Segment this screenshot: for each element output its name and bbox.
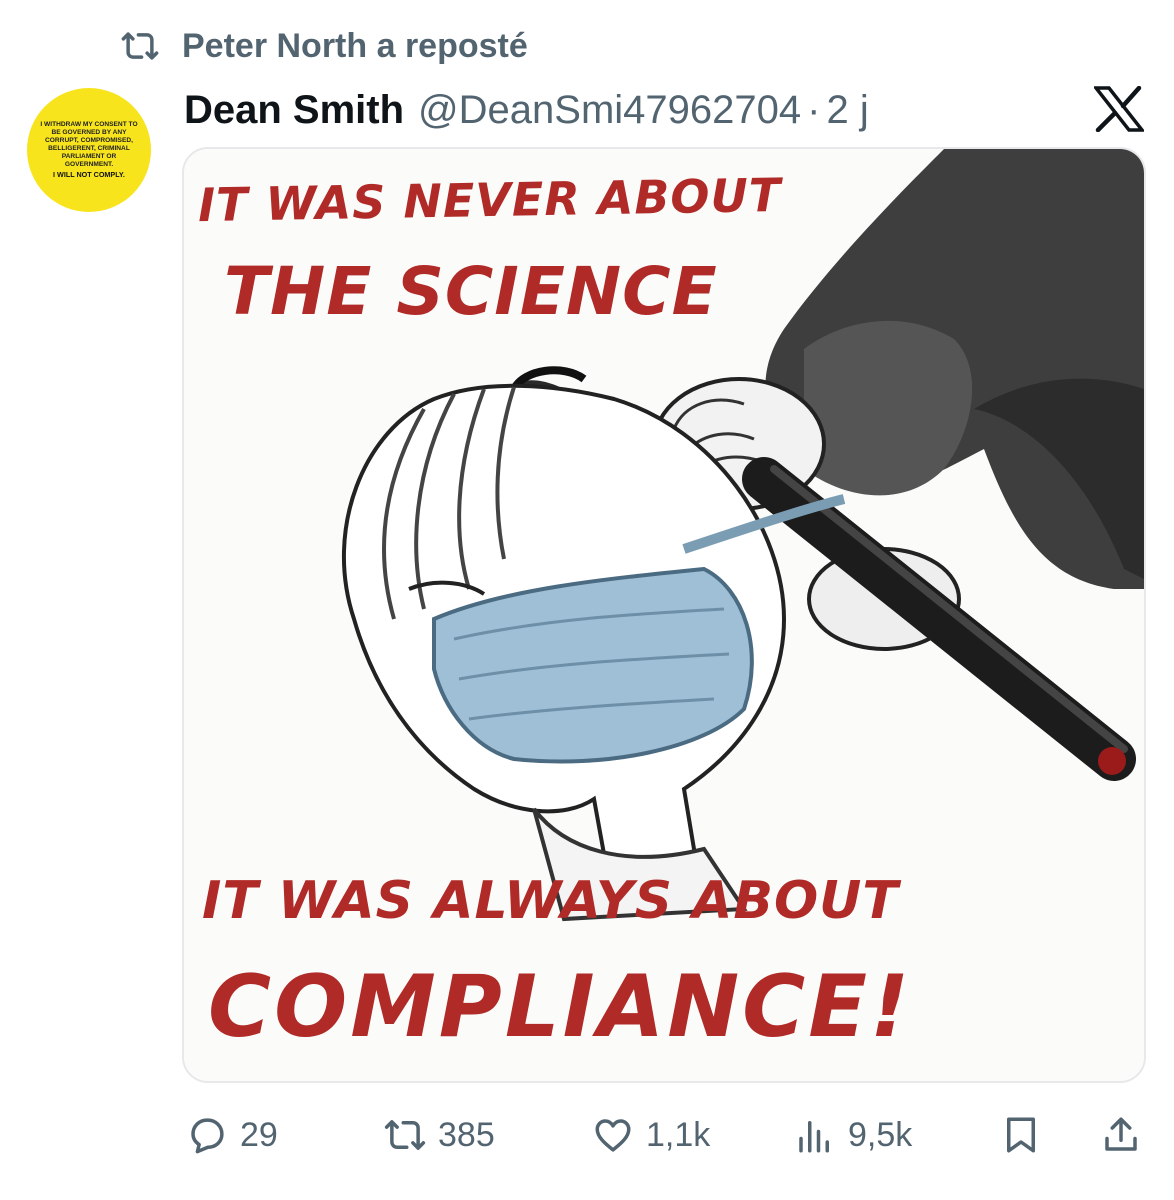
reply-button[interactable]: 29: [186, 1105, 278, 1165]
caption-line-3: IT WAS ALWAYS ABOUT: [202, 871, 899, 931]
reply-icon: [191, 1118, 224, 1154]
avatar[interactable]: I WITHDRAW MY CONSENT TO BE GOVERNED BY …: [27, 88, 151, 212]
repost-icon: [121, 32, 159, 60]
repost-icon: [384, 1120, 426, 1150]
repost-button[interactable]: 385: [384, 1105, 495, 1165]
bookmark-icon[interactable]: [1000, 1114, 1042, 1156]
repost-label: Peter North a reposté: [182, 26, 528, 65]
views-count: 9,5k: [848, 1115, 913, 1154]
repost-indicator[interactable]: Peter North a reposté: [118, 22, 528, 70]
analytics-icon: [799, 1121, 829, 1153]
heart-icon: [595, 1119, 631, 1152]
x-logo-icon[interactable]: [1094, 86, 1144, 132]
tweet-media-image[interactable]: IT WAS NEVER ABOUT THE SCIENCE IT WAS AL…: [182, 147, 1146, 1083]
avatar-badge-footer: I WILL NOT COMPLY.: [53, 169, 125, 179]
tweet-header: Dean Smith @DeanSmi47962704 · 2 j: [184, 82, 869, 138]
timestamp[interactable]: 2 j: [826, 88, 868, 133]
reply-count: 29: [240, 1115, 278, 1154]
views-button[interactable]: 9,5k: [794, 1105, 912, 1165]
author-name[interactable]: Dean Smith: [184, 88, 404, 133]
repost-count: 385: [438, 1115, 495, 1154]
author-handle[interactable]: @DeanSmi47962704: [418, 88, 801, 133]
caption-line-4: COMPLIANCE!: [208, 957, 913, 1057]
caption-line-2: THE SCIENCE: [224, 253, 718, 330]
caption-line-1: IT WAS NEVER ABOUT: [197, 167, 782, 233]
tweet-action-bar: 29 385 1,1k 9,5k: [0, 1105, 1174, 1165]
avatar-badge-text: I WITHDRAW MY CONSENT TO BE GOVERNED BY …: [40, 120, 138, 168]
like-button[interactable]: 1,1k: [592, 1105, 710, 1165]
like-count: 1,1k: [646, 1115, 711, 1154]
separator-dot: ·: [807, 87, 821, 132]
share-icon[interactable]: [1100, 1114, 1142, 1156]
